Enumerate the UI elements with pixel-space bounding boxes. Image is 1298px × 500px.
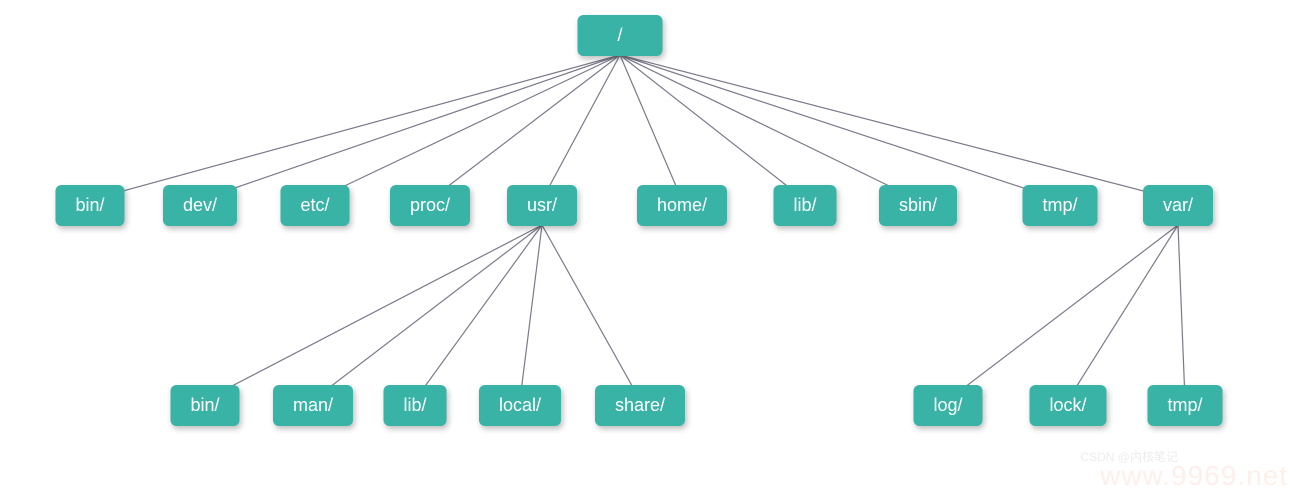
tree-node-usr: usr/ bbox=[507, 185, 577, 226]
tree-node-var: var/ bbox=[1143, 185, 1213, 226]
tree-node-usr-man: man/ bbox=[273, 385, 353, 426]
tree-node-etc: etc/ bbox=[280, 185, 349, 226]
tree-node-var-tmp: tmp/ bbox=[1147, 385, 1222, 426]
tree-node-var-lock: lock/ bbox=[1029, 385, 1106, 426]
tree-node-usr-local: local/ bbox=[479, 385, 561, 426]
tree-node-sbin: sbin/ bbox=[879, 185, 957, 226]
tree-node-tmp: tmp/ bbox=[1022, 185, 1097, 226]
tree-node-var-log: log/ bbox=[913, 385, 982, 426]
watermark-secondary: CSDN @内核笔记 bbox=[1080, 448, 1178, 465]
tree-node-usr-lib: lib/ bbox=[383, 385, 446, 426]
tree-node-lib: lib/ bbox=[773, 185, 836, 226]
tree-node-dev: dev/ bbox=[163, 185, 237, 226]
tree-node-bin: bin/ bbox=[55, 185, 124, 226]
tree-node-home: home/ bbox=[637, 185, 727, 226]
tree-node-usr-share: share/ bbox=[595, 385, 685, 426]
tree-node-usr-bin: bin/ bbox=[170, 385, 239, 426]
tree-node-proc: proc/ bbox=[390, 185, 470, 226]
tree-node-root: / bbox=[577, 15, 662, 56]
